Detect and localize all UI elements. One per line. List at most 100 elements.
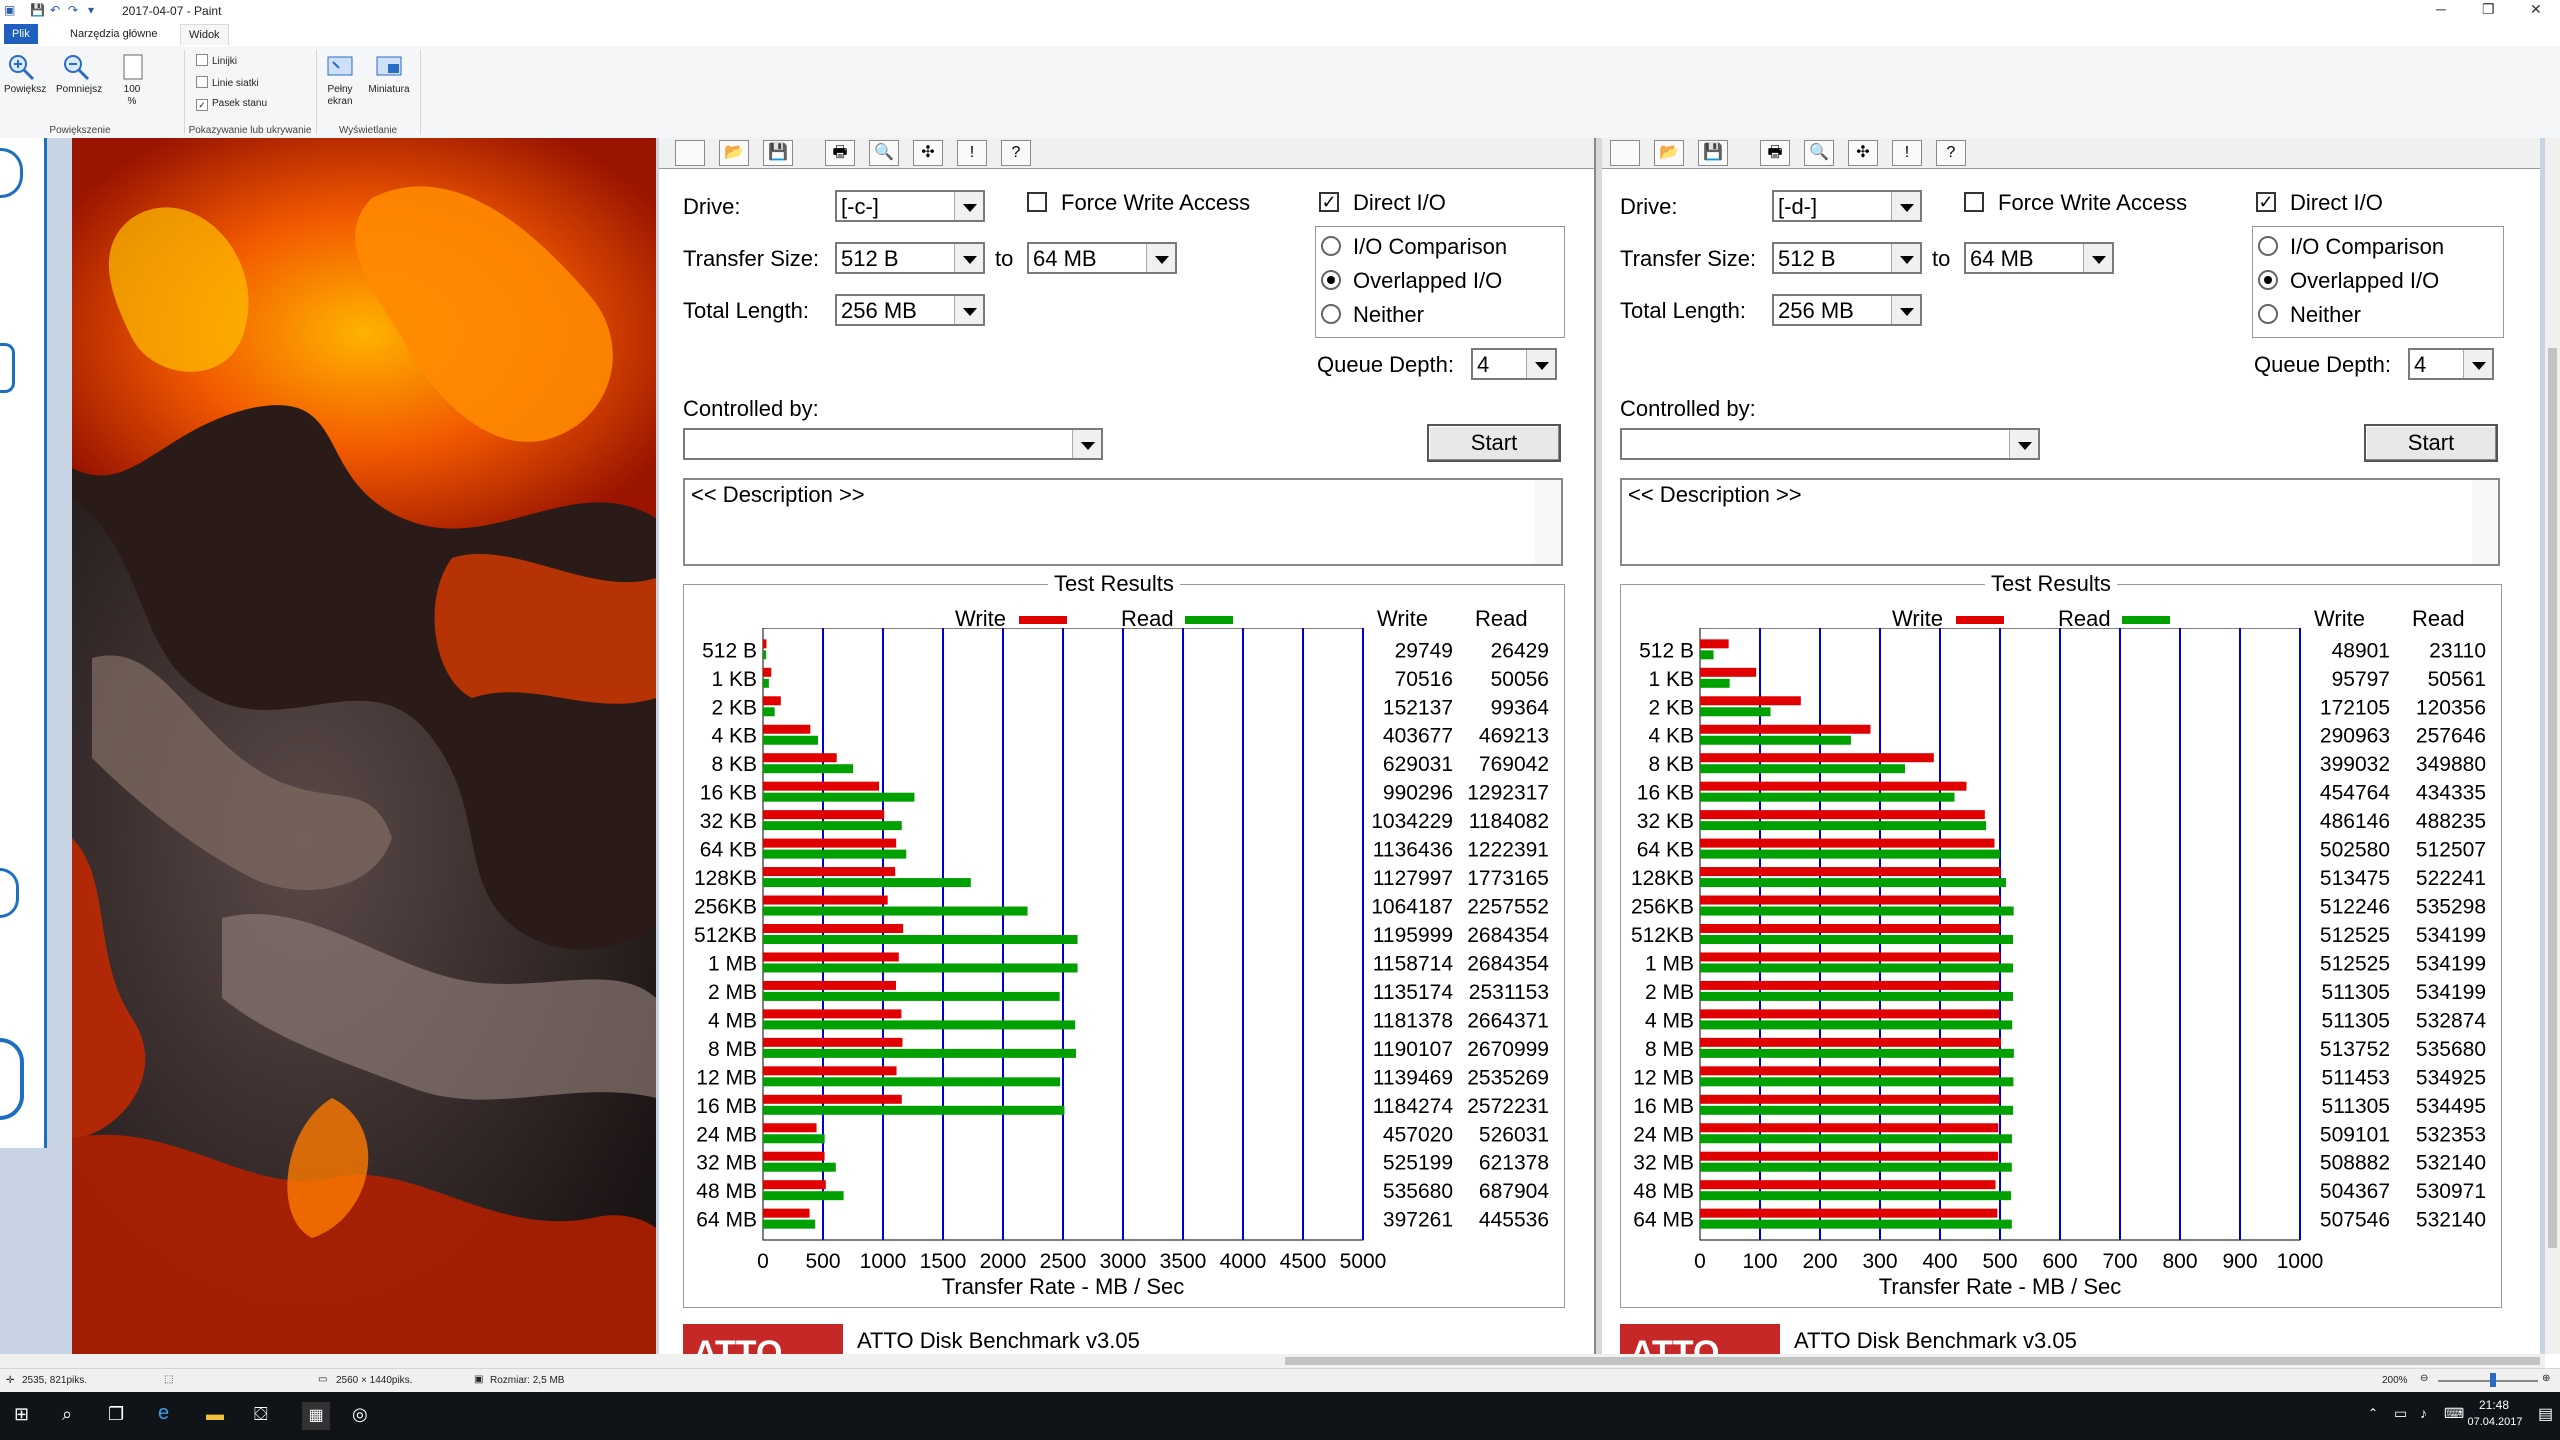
drive-select[interactable]: [-c-] — [835, 190, 985, 222]
chevron-down-icon[interactable] — [954, 244, 983, 272]
queue-depth-select[interactable]: 4 — [2408, 348, 2494, 380]
edge-icon[interactable]: e — [158, 1402, 169, 1425]
open-folder-icon[interactable]: 📂 — [1654, 140, 1684, 166]
open-folder-icon[interactable]: 📂 — [719, 140, 749, 166]
chevron-down-icon[interactable] — [1891, 296, 1920, 324]
horizontal-scroll-thumb[interactable] — [1285, 1357, 2540, 1365]
zoom-in-button[interactable]: Powiększ — [4, 52, 46, 96]
new-file-icon[interactable] — [1610, 140, 1640, 166]
customize-toolbar-icon[interactable]: ▾ — [88, 3, 94, 17]
info-icon[interactable]: ǃ — [1892, 140, 1922, 166]
chevron-down-icon[interactable] — [954, 192, 983, 220]
file-explorer-icon[interactable]: ▬ — [206, 1404, 224, 1425]
chevron-down-icon[interactable] — [2463, 350, 2492, 378]
start-button[interactable]: Start — [1427, 424, 1561, 462]
save-icon[interactable]: 💾 — [763, 140, 793, 166]
rulers-checkbox[interactable]: Linijki — [196, 54, 237, 67]
undo-icon[interactable]: ↶ — [50, 3, 60, 17]
tab-view[interactable]: Widok — [180, 24, 229, 45]
clock-time[interactable]: 21:48 — [2466, 1398, 2522, 1412]
transfer-to-select[interactable]: 64 MB — [1964, 242, 2114, 274]
new-file-icon[interactable] — [675, 140, 705, 166]
volume-icon[interactable]: ♪ — [2420, 1405, 2427, 1421]
force-write-checkbox[interactable] — [1027, 192, 1047, 212]
statusbar-checkbox[interactable]: ✓ Pasek stanu — [196, 98, 267, 111]
chevron-down-icon[interactable] — [2083, 244, 2112, 272]
task-view-icon[interactable]: ❐ — [108, 1404, 124, 1425]
gridlines-check-box[interactable] — [196, 76, 208, 88]
notifications-icon[interactable]: ▤ — [2538, 1404, 2553, 1424]
fullscreen-button[interactable]: Pełny ekran — [322, 52, 358, 108]
zoom-out-button[interactable]: Pomniejsz — [56, 52, 102, 96]
overlapped-io-radio[interactable] — [1321, 270, 1341, 290]
vertical-scroll-thumb[interactable] — [2548, 348, 2557, 1248]
network-icon[interactable]: ▭ — [2394, 1405, 2407, 1422]
zoom-in-icon[interactable]: ⊕ — [2542, 1373, 2550, 1384]
minimize-icon[interactable]: ─ — [2436, 1, 2446, 17]
direct-io-checkbox[interactable]: ✓ — [1319, 192, 1339, 212]
maximize-icon[interactable]: ❐ — [2482, 1, 2495, 18]
help-icon[interactable]: ? — [1001, 140, 1031, 166]
description-scrollbar[interactable] — [2472, 480, 2498, 564]
description-text: << Description >> — [691, 482, 865, 507]
paint-taskbar-icon[interactable]: ▦ — [302, 1402, 330, 1430]
close-icon[interactable]: ✕ — [2530, 1, 2542, 18]
store-icon[interactable]: ⛋ — [254, 1404, 268, 1425]
tray-expand-icon[interactable]: ⌃ — [2368, 1406, 2378, 1420]
chevron-down-icon[interactable] — [2009, 430, 2038, 458]
force-write-checkbox[interactable] — [1964, 192, 1984, 212]
zoom-slider[interactable] — [2438, 1380, 2538, 1382]
chevron-down-icon[interactable] — [1891, 192, 1920, 220]
help-icon[interactable]: ? — [1936, 140, 1966, 166]
print-icon[interactable]: 🖶 — [1760, 140, 1790, 166]
start-button[interactable]: Start — [2364, 424, 2498, 462]
rulers-check-box[interactable] — [196, 54, 208, 66]
transfer-from-select[interactable]: 512 B — [1772, 242, 1922, 274]
horizontal-scrollbar[interactable] — [0, 1354, 2545, 1368]
windows-start-icon[interactable]: ⊞ — [14, 1404, 29, 1425]
info-icon[interactable]: ǃ — [957, 140, 987, 166]
thumbnail-button[interactable]: Miniatura — [362, 52, 416, 96]
gridlines-checkbox[interactable]: Linie siatki — [196, 76, 259, 89]
redo-icon[interactable]: ↷ — [68, 3, 78, 17]
description-box[interactable]: << Description >> — [1620, 478, 2500, 566]
overlapped-io-radio[interactable] — [2258, 270, 2278, 290]
neither-radio[interactable] — [2258, 304, 2278, 324]
controlled-by-select[interactable] — [1620, 428, 2040, 460]
total-length-select[interactable]: 256 MB — [1772, 294, 1922, 326]
zoom-slider-thumb[interactable] — [2490, 1373, 2496, 1387]
print-preview-icon[interactable]: 🔍 — [1804, 140, 1834, 166]
print-icon[interactable]: 🖶 — [825, 140, 855, 166]
chevron-down-icon[interactable] — [1146, 244, 1175, 272]
total-length-select[interactable]: 256 MB — [835, 294, 985, 326]
chevron-down-icon[interactable] — [954, 296, 983, 324]
print-preview-icon[interactable]: 🔍 — [869, 140, 899, 166]
zoom-out-icon[interactable]: ⊖ — [2420, 1373, 2428, 1384]
transfer-from-select[interactable]: 512 B — [835, 242, 985, 274]
chevron-down-icon[interactable] — [1891, 244, 1920, 272]
description-box[interactable]: << Description >> — [683, 478, 1563, 566]
move-icon[interactable]: ✣ — [1848, 140, 1878, 166]
io-comparison-radio[interactable] — [2258, 236, 2278, 256]
move-icon[interactable]: ✣ — [913, 140, 943, 166]
save-icon[interactable]: 💾 — [1698, 140, 1728, 166]
neither-radio[interactable] — [1321, 304, 1341, 324]
search-icon[interactable]: ⌕ — [62, 1404, 72, 1425]
vertical-scrollbar[interactable] — [2545, 138, 2560, 1354]
tab-home[interactable]: Narzędzia główne — [62, 24, 165, 44]
chevron-down-icon[interactable] — [1072, 430, 1101, 458]
tab-file[interactable]: Plik — [4, 24, 38, 44]
statusbar-check-box[interactable]: ✓ — [196, 99, 208, 111]
zoom-100-button[interactable]: 100 % — [118, 52, 146, 108]
description-scrollbar[interactable] — [1535, 480, 1561, 564]
controlled-by-select[interactable] — [683, 428, 1103, 460]
atto-taskbar-icon[interactable]: ◎ — [352, 1404, 368, 1425]
transfer-to-select[interactable]: 64 MB — [1027, 242, 1177, 274]
save-icon[interactable]: 💾 — [30, 3, 45, 17]
clock-date[interactable]: 07.04.2017 — [2462, 1416, 2528, 1428]
queue-depth-select[interactable]: 4 — [1471, 348, 1557, 380]
drive-select[interactable]: [-d-] — [1772, 190, 1922, 222]
chevron-down-icon[interactable] — [1526, 350, 1555, 378]
io-comparison-radio[interactable] — [1321, 236, 1341, 256]
direct-io-checkbox[interactable]: ✓ — [2256, 192, 2276, 212]
